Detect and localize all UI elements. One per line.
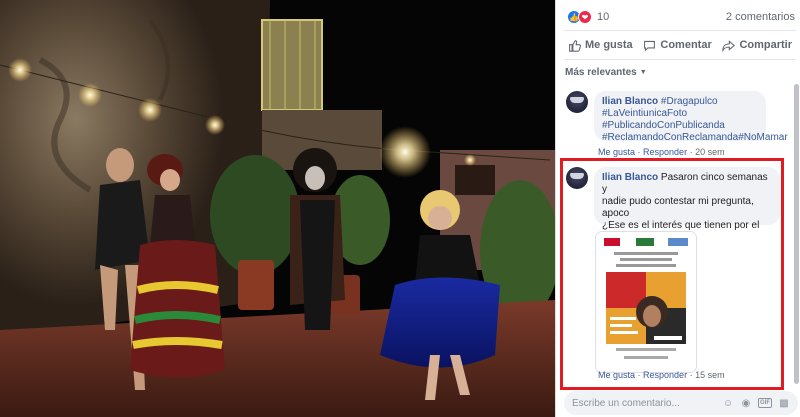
comments-panel: 👍 ❤ 10 2 comentarios Me gusta Comentar C… [555,0,800,417]
comment-time[interactable]: 20 sem [695,147,725,157]
comment-author[interactable]: Ilian Blanco [602,172,658,183]
comment-like-link[interactable]: Me gusta [598,147,635,157]
comment-reply-link[interactable]: Responder [643,370,687,380]
event-poster [596,232,696,372]
share-icon [722,39,736,52]
scrollbar[interactable] [794,84,799,384]
drag-show-photo [0,0,555,417]
reaction-count[interactable]: 10 [597,11,609,23]
hashtag[interactable]: #ReclamandoConReclamanda [602,132,738,143]
comment-text: nadie pudo contestar mi pregunta, apoco [602,196,754,219]
hashtag[interactable]: #PublicandoConPublicanda [602,120,725,131]
emoji-icon[interactable]: ☺ [722,397,734,409]
like-label: Me gusta [585,39,633,51]
post-photo[interactable] [0,0,555,417]
comment-label: Comentar [660,39,712,51]
comment-reply-link[interactable]: Responder [643,147,687,157]
comment-icon [644,40,656,52]
comment-count[interactable]: 2 comentarios [726,11,795,23]
like-button[interactable]: Me gusta [568,39,633,52]
composer-icons: ☺ ◉ GIF ▩ [722,397,790,409]
avatar[interactable] [566,91,588,113]
hashtag[interactable]: #Dragapulco [661,96,718,107]
heart-icon: ❤ [578,10,592,24]
comment-bubble: Ilian Blanco #Dragapulco #LaVeintiunicaF… [594,91,788,143]
sort-label: Más relevantes [565,67,637,78]
sticker-icon[interactable]: ▩ [778,397,790,409]
comment-item: Ilian Blanco Pasaron cinco semanas y nad… [566,167,790,387]
comment-time[interactable]: 15 sem [695,370,725,380]
share-label: Compartir [739,39,792,51]
comment-author[interactable]: Ilian Blanco [602,96,658,107]
comment-bubble: Ilian Blanco Pasaron cinco semanas y nad… [594,167,780,255]
hashtag[interactable]: #NoMamar [738,132,787,143]
comment-button[interactable]: Comentar [643,39,712,52]
camera-icon[interactable]: ◉ [740,397,752,409]
comment-composer[interactable]: Escribe un comentario... ☺ ◉ GIF ▩ [564,391,798,415]
comment-like-link[interactable]: Me gusta [598,370,635,380]
hashtag[interactable]: #LaVeintiunicaFoto [602,108,687,119]
comment-input[interactable]: Escribe un comentario... [572,398,680,409]
thumbs-up-icon [569,39,581,52]
post-actions: Me gusta Comentar Compartir [564,30,796,60]
share-button[interactable]: Compartir [722,39,792,52]
comment-meta: Me gusta · Responder · 15 sem [598,370,725,380]
sort-dropdown[interactable]: Más relevantes ▼ [565,67,647,78]
gif-icon[interactable]: GIF [758,398,772,408]
reactions-summary[interactable]: 👍 ❤ 10 2 comentarios [567,8,795,26]
comment-meta: Me gusta · Responder · 20 sem [598,147,725,157]
comment-item: Ilian Blanco #Dragapulco #LaVeintiunicaF… [566,91,790,157]
comment-attachment-image[interactable] [596,232,696,372]
avatar[interactable] [566,167,588,189]
caret-down-icon: ▼ [639,69,647,76]
